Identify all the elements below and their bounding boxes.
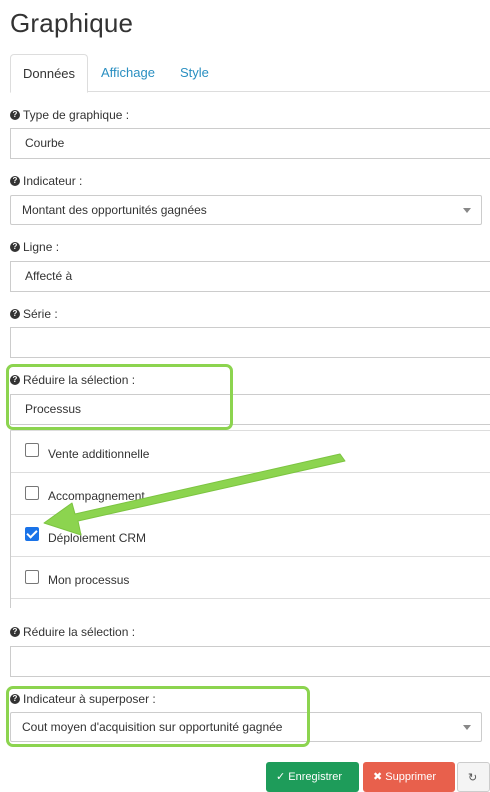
close-icon: ✖ [373, 771, 386, 783]
serie-label-text: Série : [23, 307, 58, 321]
list-item-label: Accompagnement [48, 489, 145, 503]
list-item-accompagnement[interactable]: Accompagnement [11, 473, 490, 515]
list-item-label: Vente additionnelle [48, 447, 150, 461]
serie-label: ? Série : [10, 307, 58, 321]
checkbox-checked[interactable] [25, 527, 39, 541]
process-checklist: Vente additionnelle Accompagnement Déplo… [10, 430, 490, 608]
delete-button[interactable]: ✖ Supprimer [363, 762, 455, 792]
serie-field[interactable] [10, 327, 490, 358]
question-circle-icon[interactable]: ? [10, 176, 20, 186]
list-item-mon-processus[interactable]: Mon processus [11, 557, 490, 599]
page-title: Graphique [10, 8, 134, 38]
list-item-deploiement-crm[interactable]: Déploiement CRM [11, 515, 490, 557]
indicateur-label: ? Indicateur : [10, 174, 82, 188]
indicateur-label-text: Indicateur : [23, 174, 83, 188]
indicateur-superposer-label-text: Indicateur à superposer : [23, 692, 156, 706]
refresh-icon: ↻ [468, 772, 478, 784]
reduire-selection-label: ? Réduire la sélection : [10, 373, 135, 387]
indicateur-superposer-value: Cout moyen d'acquisition sur opportunité… [22, 720, 283, 734]
question-circle-icon[interactable]: ? [10, 627, 20, 637]
save-button[interactable]: ✓ Enregistrer [266, 762, 359, 792]
question-circle-icon[interactable]: ? [10, 309, 20, 319]
checkbox[interactable] [25, 443, 39, 457]
reduire-selection-2-label: ? Réduire la sélection : [10, 625, 135, 639]
indicateur-select[interactable]: Montant des opportunités gagnées [10, 195, 482, 225]
indicateur-value: Montant des opportunités gagnées [22, 203, 207, 217]
ligne-field[interactable]: Affecté à [10, 261, 490, 292]
reduire-selection-label-text: Réduire la sélection : [23, 373, 136, 387]
indicateur-superposer-select[interactable]: Cout moyen d'acquisition sur opportunité… [10, 712, 482, 742]
save-button-label: Enregistrer [288, 771, 343, 783]
question-circle-icon[interactable]: ? [10, 110, 20, 120]
type-graphique-field[interactable]: Courbe [10, 128, 490, 159]
save-icon: ✓ [276, 771, 289, 783]
list-item-label: Déploiement CRM [48, 531, 147, 545]
question-circle-icon[interactable]: ? [10, 694, 20, 704]
caret-down-icon [463, 725, 471, 730]
ligne-label-text: Ligne : [23, 240, 60, 254]
checkbox[interactable] [25, 570, 39, 584]
question-circle-icon[interactable]: ? [10, 242, 20, 252]
ligne-label: ? Ligne : [10, 240, 59, 254]
type-graphique-label: ? Type de graphique : [10, 108, 129, 122]
tab-style[interactable]: Style [168, 54, 221, 92]
refresh-button[interactable]: ↻ [457, 762, 490, 792]
tab-affichage[interactable]: Affichage [89, 54, 167, 92]
tab-bar: Données Affichage Style [10, 54, 490, 93]
list-item-label: Mon processus [48, 573, 130, 587]
checkbox[interactable] [25, 486, 39, 500]
reduire-selection-2-label-text: Réduire la sélection : [23, 625, 136, 639]
type-graphique-label-text: Type de graphique : [23, 108, 130, 122]
list-item-vente-additionnelle[interactable]: Vente additionnelle [11, 431, 490, 473]
caret-down-icon [463, 208, 471, 213]
indicateur-superposer-label: ? Indicateur à superposer : [10, 692, 156, 706]
delete-button-label: Supprimer [385, 771, 437, 783]
reduire-selection-2-field[interactable] [10, 646, 490, 677]
question-circle-icon[interactable]: ? [10, 375, 20, 385]
reduire-selection-field[interactable]: Processus [10, 394, 490, 425]
tab-donnees[interactable]: Données [10, 54, 89, 93]
